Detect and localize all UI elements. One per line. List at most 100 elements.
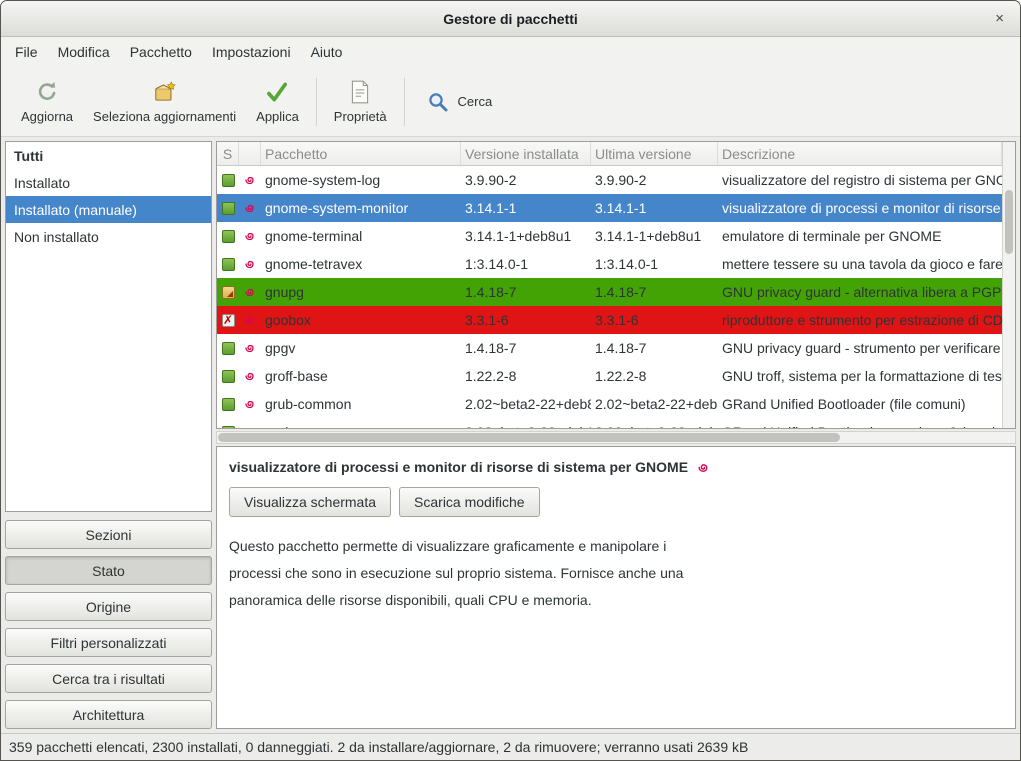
table-row[interactable]: gnupg 1.4.18-7 1.4.18-7 GNU privacy guar… xyxy=(217,278,1002,306)
package-status-icon[interactable] xyxy=(222,342,235,355)
package-description: emulatore di terminale per GNOME xyxy=(718,228,1002,244)
package-latest-version: 2.02~beta2-22+deb8u1 xyxy=(591,396,718,412)
details-panel: visualizzatore di processi e monitor di … xyxy=(216,446,1016,729)
table-row[interactable]: gnome-system-log 3.9.90-2 3.9.90-2 visua… xyxy=(217,166,1002,194)
package-status-icon[interactable] xyxy=(222,398,235,411)
package-installed-version: 3.14.1-1+deb8u1 xyxy=(461,228,591,244)
refresh-label: Aggiorna xyxy=(21,109,73,124)
package-status-icon[interactable] xyxy=(222,370,235,383)
toolbar-separator xyxy=(404,78,405,126)
filter-item[interactable]: Installato xyxy=(6,169,211,196)
column-header-latest-version[interactable]: Ultima versione xyxy=(591,142,718,165)
package-table: S Pacchetto Versione installata Ultima v… xyxy=(216,141,1016,429)
table-row[interactable]: gpgv 1.4.18-7 1.4.18-7 GNU privacy guard… xyxy=(217,334,1002,362)
description-line: processi che sono in esecuzione sul prop… xyxy=(229,560,1003,587)
window-title: Gestore di pacchetti xyxy=(443,11,578,27)
view-button-label: Cerca tra i risultati xyxy=(52,671,165,687)
package-status-icon[interactable] xyxy=(222,174,235,187)
package-latest-version: 3.14.1-1+deb8u1 xyxy=(591,228,718,244)
details-title: visualizzatore di processi e monitor di … xyxy=(229,459,688,475)
package-status-icon[interactable] xyxy=(222,426,235,429)
view-button[interactable]: Stato xyxy=(5,556,212,585)
changelog-button[interactable]: Scarica modifiche xyxy=(399,487,540,517)
menu-item[interactable]: File xyxy=(5,37,48,67)
horizontal-scrollbar[interactable] xyxy=(216,431,1016,444)
package-name: grub-pc xyxy=(261,424,461,428)
package-latest-version: 1.4.18-7 xyxy=(591,284,718,300)
package-description: GRand Unified Bootloader, versione 2 (ve… xyxy=(718,424,1002,428)
package-status-icon[interactable] xyxy=(222,286,235,299)
view-button[interactable]: Origine xyxy=(5,592,212,621)
package-name: gnome-terminal xyxy=(261,228,461,244)
view-button[interactable]: Cerca tra i risultati xyxy=(5,664,212,693)
column-header-installed-version[interactable]: Versione installata xyxy=(461,142,591,165)
close-button[interactable]: × xyxy=(991,1,1008,36)
package-name: gnupg xyxy=(261,284,461,300)
table-main: S Pacchetto Versione installata Ultima v… xyxy=(217,142,1002,428)
view-button[interactable]: Architettura xyxy=(5,700,212,729)
titlebar[interactable]: Gestore di pacchetti × xyxy=(1,1,1020,37)
debian-swirl-icon xyxy=(243,313,257,327)
table-row[interactable]: grub-pc 2.02~beta2-22+deb8u1 2.02~beta2-… xyxy=(217,418,1002,428)
package-installed-version: 1.22.2-8 xyxy=(461,368,591,384)
package-name: gnome-system-monitor xyxy=(261,200,461,216)
vertical-scrollbar-thumb[interactable] xyxy=(1005,190,1013,254)
document-icon xyxy=(348,79,372,105)
filter-item[interactable]: Non installato xyxy=(6,223,211,250)
package-status-icon[interactable] xyxy=(222,258,235,271)
table-row[interactable]: goobox 3.3.1-6 3.3.1-6 riproduttore e st… xyxy=(217,306,1002,334)
package-description: visualizzatore di processi e monitor di … xyxy=(718,200,1002,216)
refresh-button[interactable]: Aggiorna xyxy=(11,71,83,133)
package-description: GRand Unified Bootloader (file comuni) xyxy=(718,396,1002,412)
table-row[interactable]: grub-common 2.02~beta2-22+deb8u1 2.02~be… xyxy=(217,390,1002,418)
view-button[interactable]: Filtri personalizzati xyxy=(5,628,212,657)
changelog-button-label: Scarica modifiche xyxy=(414,494,525,510)
search-button[interactable]: Cerca xyxy=(412,82,507,122)
package-installed-version: 2.02~beta2-22+deb8u1 xyxy=(461,396,591,412)
package-description: mettere tessere su una tavola da gioco e… xyxy=(718,256,1002,272)
package-description: GNU troff, sistema per la formattazione … xyxy=(718,368,1002,384)
view-button[interactable]: Sezioni xyxy=(5,520,212,549)
column-header-package[interactable]: Pacchetto xyxy=(261,142,461,165)
package-installed-version: 3.14.1-1 xyxy=(461,200,591,216)
filter-item-label: Tutti xyxy=(14,148,43,164)
package-status-icon[interactable] xyxy=(222,314,235,327)
debian-swirl-icon xyxy=(243,425,257,428)
table-row[interactable]: gnome-tetravex 1:3.14.0-1 1:3.14.0-1 met… xyxy=(217,250,1002,278)
vertical-scrollbar[interactable] xyxy=(1002,142,1015,428)
screenshot-button[interactable]: Visualizza schermata xyxy=(229,487,391,517)
menu-item[interactable]: Impostazioni xyxy=(202,37,301,67)
checkmark-icon xyxy=(264,79,290,105)
table-row[interactable]: gnome-terminal 3.14.1-1+deb8u1 3.14.1-1+… xyxy=(217,222,1002,250)
status-text: 359 pacchetti elencati, 2300 installati,… xyxy=(9,739,748,755)
filter-list: Tutti Installato Installato (manuale) No… xyxy=(5,141,212,512)
column-header-status[interactable]: S xyxy=(217,142,239,165)
package-latest-version: 1:3.14.0-1 xyxy=(591,256,718,272)
menu-item[interactable]: Modifica xyxy=(48,37,120,67)
horizontal-scrollbar-thumb[interactable] xyxy=(218,433,840,442)
view-button-label: Sezioni xyxy=(86,527,132,543)
package-status-icon[interactable] xyxy=(222,230,235,243)
package-latest-version: 1.4.18-7 xyxy=(591,340,718,356)
package-status-icon[interactable] xyxy=(222,202,235,215)
table-row[interactable]: groff-base 1.22.2-8 1.22.2-8 GNU troff, … xyxy=(217,362,1002,390)
debian-swirl-icon xyxy=(243,369,257,383)
menu-item[interactable]: Pacchetto xyxy=(120,37,202,67)
package-latest-version: 3.3.1-6 xyxy=(591,312,718,328)
package-latest-version: 3.14.1-1 xyxy=(591,200,718,216)
column-header-description[interactable]: Descrizione xyxy=(718,142,1002,165)
filter-item[interactable]: Tutti xyxy=(6,142,211,169)
description-line: panoramica delle risorse disponibili, qu… xyxy=(229,587,1003,614)
apply-button[interactable]: Applica xyxy=(246,71,309,133)
package-description: riproduttore e strumento per estrazione … xyxy=(718,312,1002,328)
sidebar: Tutti Installato Installato (manuale) No… xyxy=(5,141,212,729)
mark-upgrades-button[interactable]: Seleziona aggiornamenti xyxy=(83,71,246,133)
properties-button[interactable]: Proprietà xyxy=(324,71,397,133)
filter-item[interactable]: Installato (manuale) xyxy=(6,196,211,223)
menu-item[interactable]: Aiuto xyxy=(301,37,353,67)
main-content: Tutti Installato Installato (manuale) No… xyxy=(1,137,1020,733)
column-header-supported[interactable] xyxy=(239,142,261,165)
filter-item-label: Installato (manuale) xyxy=(14,202,137,218)
table-row[interactable]: gnome-system-monitor 3.14.1-1 3.14.1-1 v… xyxy=(217,194,1002,222)
package-installed-version: 1.4.18-7 xyxy=(461,340,591,356)
